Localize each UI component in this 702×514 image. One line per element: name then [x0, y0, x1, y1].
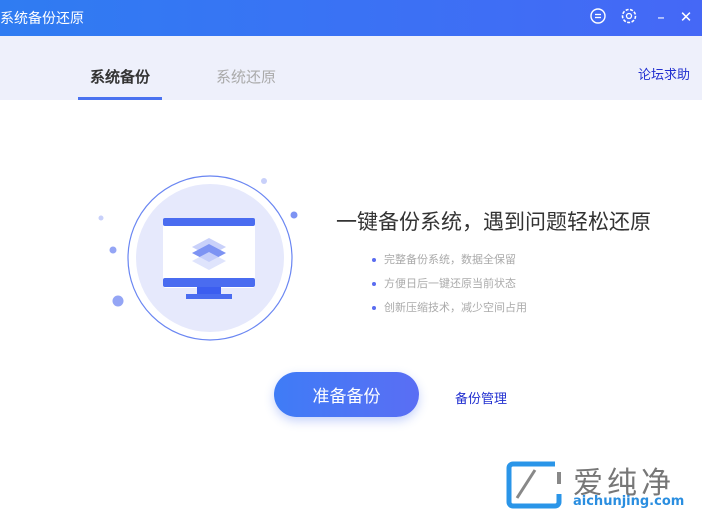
feature-list: 完整备份系统，数据全保留 方便日后一键还原当前状态 创新压缩技术，减少空间占用	[372, 252, 527, 324]
feature-item: 方便日后一键还原当前状态	[372, 276, 527, 300]
headline: 一键备份系统，遇到问题轻松还原	[336, 210, 651, 234]
feedback-icon[interactable]	[588, 7, 608, 27]
watermark: 爱纯净 aichunjing.com	[505, 460, 700, 512]
feature-item: 完整备份系统，数据全保留	[372, 252, 527, 276]
title-bar: 系统备份还原 – ✕	[0, 0, 702, 36]
forum-help-link[interactable]: 论坛求助	[638, 64, 690, 83]
tab-bar: 系统备份 系统还原 论坛求助	[0, 36, 702, 100]
prepare-backup-button[interactable]: 准备备份	[274, 372, 419, 417]
watermark-url: aichunjing.com	[573, 494, 685, 509]
close-icon[interactable]: ✕	[676, 7, 696, 27]
watermark-logo-icon	[506, 461, 562, 509]
active-tab-indicator	[78, 97, 162, 100]
feature-item: 创新压缩技术，减少空间占用	[372, 300, 527, 324]
backup-management-link[interactable]: 备份管理	[455, 388, 507, 407]
window-title: 系统备份还原	[0, 11, 84, 27]
minimize-icon[interactable]: –	[651, 7, 671, 27]
backup-illustration-icon	[98, 175, 298, 341]
tab-system-backup[interactable]: 系统备份	[90, 66, 150, 87]
tab-system-restore[interactable]: 系统还原	[216, 66, 276, 87]
settings-icon[interactable]	[619, 7, 639, 27]
